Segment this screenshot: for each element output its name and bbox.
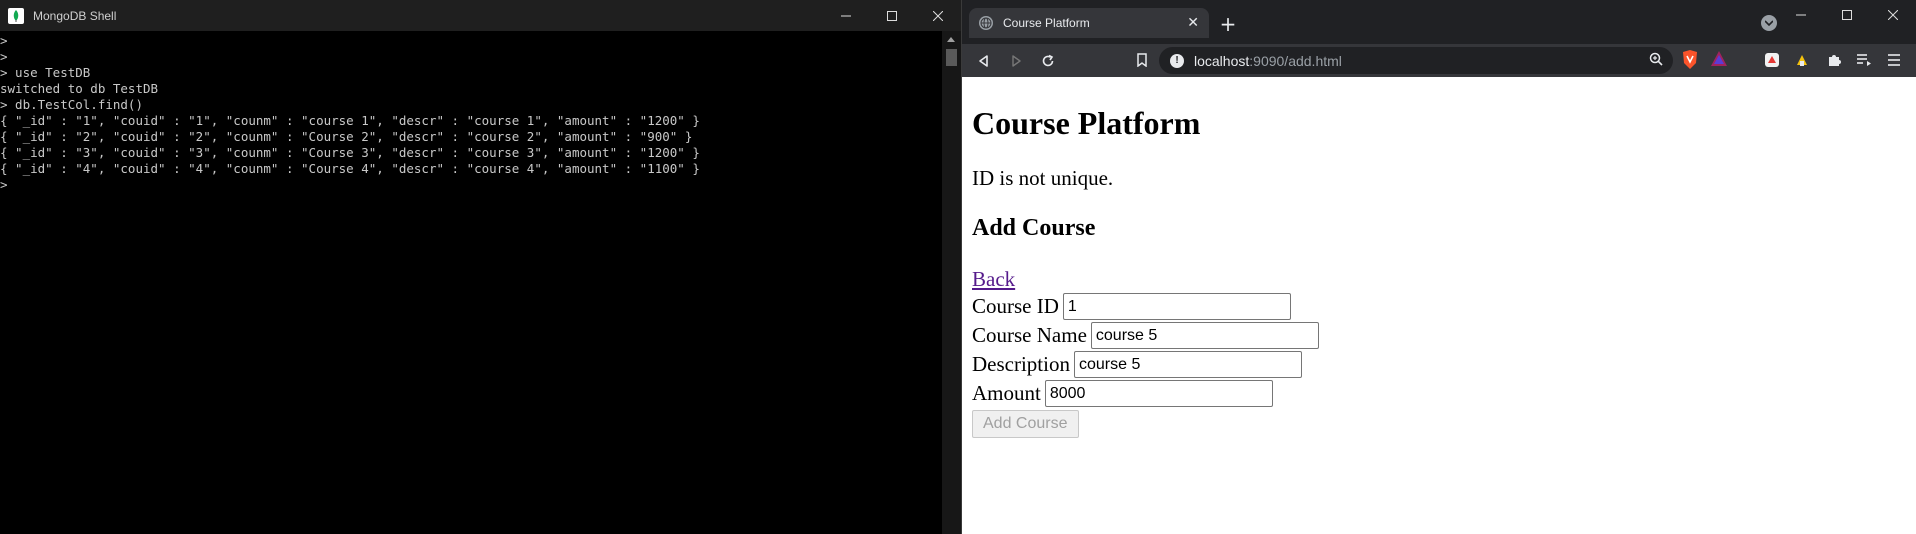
- scroll-thumb[interactable]: [946, 49, 957, 66]
- mongodb-leaf-icon: [8, 7, 24, 24]
- brave-rewards-icon[interactable]: [1709, 49, 1729, 73]
- terminal-line: >: [0, 49, 8, 64]
- close-icon[interactable]: [1870, 0, 1916, 30]
- terminal-line: { "_id" : "4", "couid" : "4", "counm" : …: [0, 161, 700, 176]
- terminal-line: { "_id" : "3", "couid" : "3", "counm" : …: [0, 145, 700, 160]
- terminal-line: switched to db TestDB: [0, 81, 159, 96]
- info-icon[interactable]: !: [1170, 53, 1184, 68]
- extension-icon[interactable]: [1790, 48, 1814, 72]
- form-heading: Add Course: [972, 215, 1096, 241]
- terminal-output[interactable]: > > > use TestDB switched to db TestDB >…: [0, 31, 942, 534]
- scroll-up-icon[interactable]: [947, 37, 955, 42]
- address-bar[interactable]: ! localhost:9090/add.html: [1159, 47, 1673, 74]
- tab-strip: Course Platform ✕ +: [962, 0, 1916, 44]
- amount-label: Amount: [972, 381, 1041, 405]
- zoom-icon[interactable]: [1649, 51, 1663, 70]
- menu-icon[interactable]: [1882, 48, 1906, 72]
- browser-toolbar: ! localhost:9090/add.html: [962, 44, 1916, 77]
- brave-shields-icon[interactable]: [1681, 49, 1699, 75]
- terminal-titlebar[interactable]: MongoDB Shell: [0, 0, 961, 31]
- maximize-icon[interactable]: [1824, 0, 1870, 30]
- back-icon[interactable]: [968, 47, 1000, 75]
- close-icon[interactable]: [915, 0, 961, 31]
- course-id-row: Course ID: [972, 293, 1291, 320]
- terminal-scrollbar[interactable]: [942, 31, 961, 534]
- terminal-line: >: [0, 177, 8, 192]
- tab-title: Course Platform: [1003, 16, 1090, 30]
- terminal-line: { "_id" : "2", "couid" : "2", "counm" : …: [0, 129, 693, 144]
- description-field[interactable]: [1073, 351, 1302, 378]
- tab-search-icon[interactable]: [1761, 15, 1777, 31]
- back-link[interactable]: Back: [972, 267, 1015, 292]
- extension-icon[interactable]: [1760, 48, 1784, 72]
- browser-window: Course Platform ✕ + ! localhost:9090/add…: [962, 0, 1916, 534]
- terminal-line: >: [0, 33, 8, 48]
- tab-course-platform[interactable]: Course Platform ✕: [969, 8, 1209, 38]
- course-name-label: Course Name: [972, 323, 1087, 347]
- error-message: ID is not unique.: [972, 166, 1114, 190]
- course-name-field[interactable]: [1090, 322, 1319, 349]
- globe-icon: [979, 16, 993, 30]
- terminal-window: MongoDB Shell > > > use TestDB switched …: [0, 0, 961, 534]
- url-path: :9090/add.html: [1249, 52, 1342, 69]
- amount-field[interactable]: [1044, 380, 1273, 407]
- amount-row: Amount: [972, 380, 1273, 407]
- close-icon[interactable]: ✕: [1187, 15, 1199, 31]
- course-id-field[interactable]: [1062, 293, 1291, 320]
- forward-icon[interactable]: [1000, 47, 1032, 75]
- course-id-label: Course ID: [972, 294, 1059, 318]
- description-label: Description: [972, 352, 1070, 376]
- reload-icon[interactable]: [1032, 47, 1064, 75]
- course-name-row: Course Name: [972, 322, 1319, 349]
- puzzle-icon[interactable]: [1822, 48, 1846, 72]
- url-host: localhost: [1194, 52, 1250, 69]
- url-text[interactable]: localhost:9090/add.html: [1194, 53, 1649, 69]
- minimize-icon[interactable]: [823, 0, 869, 31]
- playlist-icon[interactable]: [1852, 48, 1876, 72]
- description-row: Description: [972, 351, 1302, 378]
- terminal-title: MongoDB Shell: [33, 8, 117, 23]
- add-course-button[interactable]: Add Course: [972, 410, 1079, 438]
- minimize-icon[interactable]: [1778, 0, 1824, 30]
- maximize-icon[interactable]: [869, 0, 915, 31]
- plus-icon[interactable]: +: [1216, 12, 1240, 36]
- bookmark-icon[interactable]: [1130, 48, 1154, 72]
- page-content: Course Platform ID is not unique. Add Co…: [962, 77, 1916, 534]
- terminal-line: { "_id" : "1", "couid" : "1", "counm" : …: [0, 113, 700, 128]
- page-title: Course Platform: [972, 105, 1201, 141]
- terminal-line: > db.TestCol.find(): [0, 97, 143, 112]
- terminal-line: > use TestDB: [0, 65, 91, 80]
